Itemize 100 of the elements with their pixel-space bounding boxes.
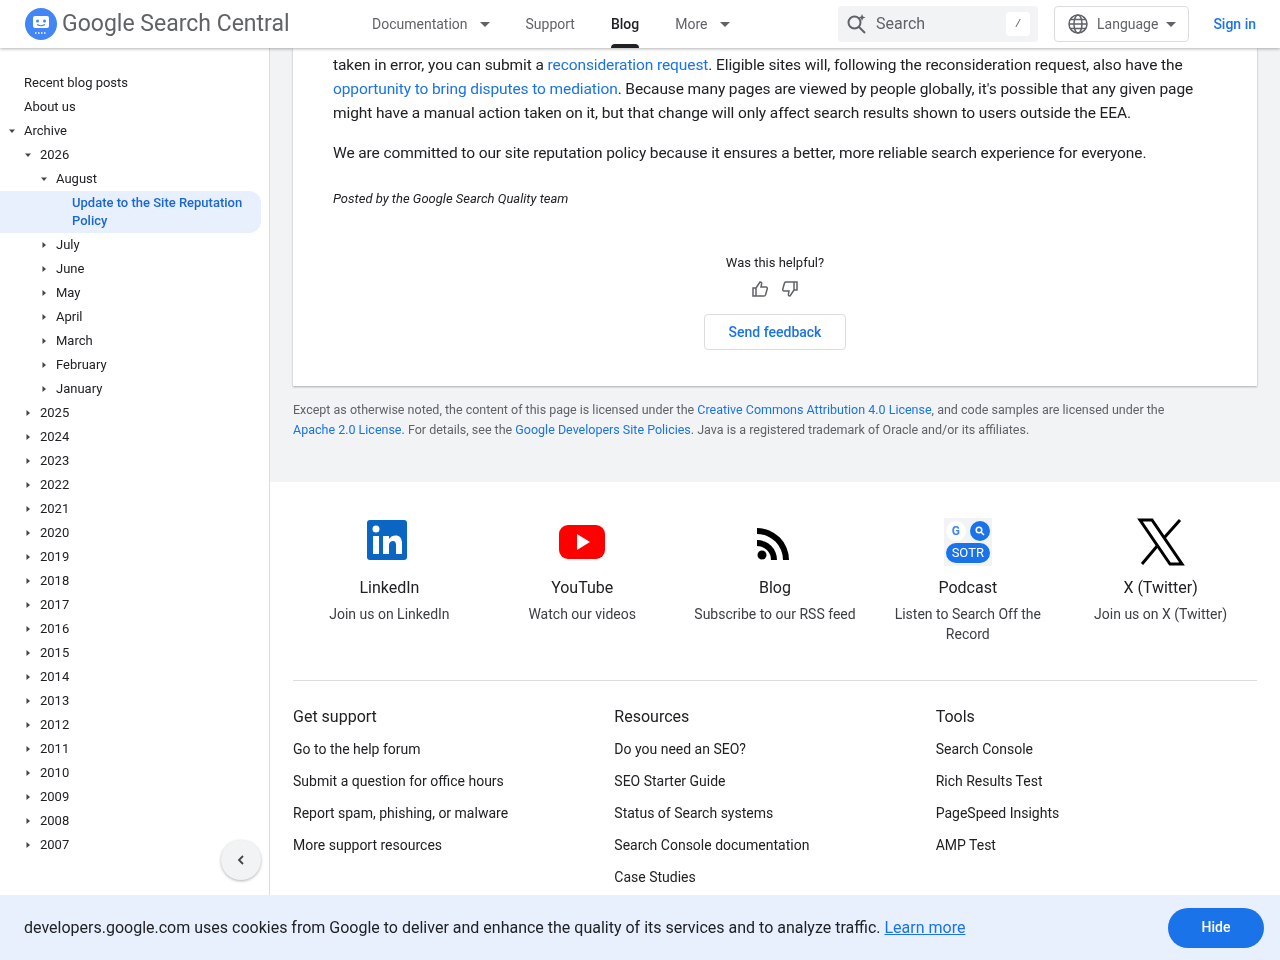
caret-icon[interactable] xyxy=(24,673,32,681)
podcast-logo-icon: G SOTR xyxy=(943,518,992,566)
caret-icon[interactable] xyxy=(40,361,48,369)
sidebar-item[interactable]: 2017 xyxy=(0,593,82,617)
send-feedback-button[interactable]: Send feedback xyxy=(703,314,847,350)
text-link[interactable]: Google Developers Site Policies xyxy=(515,422,691,437)
caret-icon[interactable] xyxy=(40,175,48,183)
caret-icon[interactable] xyxy=(40,241,48,249)
footer-link[interactable]: Do you need an SEO? xyxy=(614,733,746,765)
caret-icon[interactable] xyxy=(24,745,32,753)
social-link[interactable]: X (Twitter) Join us on X (Twitter) xyxy=(1064,518,1257,644)
caret-icon[interactable] xyxy=(40,265,48,273)
sidebar-item[interactable]: 2019 xyxy=(0,545,82,569)
nav-tab[interactable]: Blog xyxy=(592,0,658,48)
caret-icon[interactable] xyxy=(40,313,48,321)
sidebar-item[interactable]: 2009 xyxy=(0,785,82,809)
thumbs-down-icon[interactable] xyxy=(781,280,799,298)
nav-tab[interactable]: Documentation xyxy=(354,0,508,48)
search-field[interactable]: Search xyxy=(876,12,998,36)
sidebar-item[interactable]: August xyxy=(0,167,109,191)
learn-more-link[interactable]: Learn more xyxy=(884,917,966,937)
social-link[interactable]: G SOTR Podcast Listen to Search Off the Record xyxy=(871,518,1065,644)
caret-icon[interactable] xyxy=(40,337,48,345)
sidebar-item[interactable]: 2010 xyxy=(0,761,82,785)
social-link[interactable]: Blog Subscribe to our RSS feed xyxy=(678,518,872,644)
sidebar-item[interactable]: 2025 xyxy=(0,401,82,425)
nav-tab[interactable]: Support xyxy=(507,0,593,48)
sidebar-item[interactable]: May xyxy=(0,281,93,305)
footer-link[interactable]: More support resources xyxy=(293,829,443,861)
caret-icon[interactable] xyxy=(24,697,32,705)
social-description: Listen to Search Off the Record xyxy=(893,605,1042,644)
caret-icon[interactable] xyxy=(24,793,32,801)
footer-link[interactable]: Case Studies xyxy=(614,861,696,893)
social-description: Subscribe to our RSS feed xyxy=(694,605,856,624)
sidebar-item[interactable]: Recent blog posts xyxy=(0,71,141,95)
caret-icon[interactable] xyxy=(24,481,32,489)
sidebar-item[interactable]: March xyxy=(0,329,105,353)
footer-link[interactable]: Submit a question for office hours xyxy=(293,765,504,797)
sidebar-item[interactable]: April xyxy=(0,305,95,329)
caret-icon[interactable] xyxy=(24,577,32,585)
search-bar[interactable]: Search / xyxy=(838,6,1038,42)
sidebar-item[interactable]: Update to the Site Reputation Policy xyxy=(0,191,261,233)
caret-icon[interactable] xyxy=(24,601,32,609)
sidebar-item[interactable]: 2016 xyxy=(0,617,82,641)
text-link[interactable]: opportunity to bring disputes to mediation xyxy=(333,80,618,98)
footer-link[interactable]: Report spam, phishing, or malware xyxy=(293,797,509,829)
footer-link[interactable]: Go to the help forum xyxy=(293,733,421,765)
social-link[interactable]: YouTube Watch our videos xyxy=(485,518,679,644)
footer-link[interactable]: SEO Starter Guide xyxy=(614,765,726,797)
caret-icon[interactable] xyxy=(24,625,32,633)
caret-icon[interactable] xyxy=(24,841,32,849)
sidebar-item[interactable]: 2020 xyxy=(0,521,82,545)
caret-icon[interactable] xyxy=(24,553,32,561)
sidebar-item[interactable]: 2007 xyxy=(0,833,82,857)
thumbs-up-icon[interactable] xyxy=(751,280,769,298)
sidebar-item[interactable]: 2018 xyxy=(0,569,82,593)
sidebar-item[interactable]: 2023 xyxy=(0,449,82,473)
social-link[interactable]: LinkedIn Join us on LinkedIn xyxy=(293,518,486,644)
sign-in-link[interactable]: Sign in xyxy=(1213,13,1256,35)
footer-link[interactable]: PageSpeed Insights xyxy=(935,797,1060,829)
footer-link[interactable]: Rich Results Test xyxy=(935,765,1043,797)
sidebar-item[interactable]: 2014 xyxy=(0,665,82,689)
text-link[interactable]: Apache 2.0 License xyxy=(293,422,402,437)
sidebar-item[interactable]: 2024 xyxy=(0,425,82,449)
caret-icon[interactable] xyxy=(24,409,32,417)
footer-link[interactable]: AMP Test xyxy=(935,829,996,861)
footer-link[interactable]: Search Console documentation xyxy=(614,829,810,861)
language-button[interactable]: Language xyxy=(1054,6,1190,42)
sidebar-item[interactable]: About us xyxy=(0,95,88,119)
caret-icon[interactable] xyxy=(24,151,32,159)
caret-icon[interactable] xyxy=(24,769,32,777)
sidebar-item[interactable]: 2026 xyxy=(0,143,82,167)
sidebar-item[interactable]: 2008 xyxy=(0,809,82,833)
sidebar-item[interactable]: 2013 xyxy=(0,689,82,713)
sidebar-item[interactable]: June xyxy=(0,257,97,281)
sidebar-item[interactable]: Archive xyxy=(0,119,79,143)
caret-icon[interactable] xyxy=(40,385,48,393)
sidebar-item[interactable]: 2012 xyxy=(0,713,82,737)
sidebar-item[interactable]: 2021 xyxy=(0,497,82,521)
text-link[interactable]: Creative Commons Attribution 4.0 License xyxy=(697,402,932,417)
sidebar-item[interactable]: 2011 xyxy=(0,737,82,761)
caret-icon[interactable] xyxy=(8,127,16,135)
site-title[interactable]: Google Search Central xyxy=(62,6,290,42)
nav-tab[interactable]: More xyxy=(657,0,748,48)
sidebar-item[interactable]: 2022 xyxy=(0,473,82,497)
caret-icon[interactable] xyxy=(24,505,32,513)
sidebar-item[interactable]: February xyxy=(0,353,119,377)
sidebar-item[interactable]: January xyxy=(0,377,115,401)
caret-icon[interactable] xyxy=(24,649,32,657)
footer-link[interactable]: Search Console xyxy=(935,733,1033,765)
caret-icon[interactable] xyxy=(40,289,48,297)
sidebar-item[interactable]: July xyxy=(0,233,92,257)
caret-icon[interactable] xyxy=(24,529,32,537)
caret-icon[interactable] xyxy=(24,721,32,729)
footer-link[interactable]: Status of Search systems xyxy=(614,797,774,829)
caret-icon[interactable] xyxy=(24,433,32,441)
hide-button[interactable]: Hide xyxy=(1168,907,1264,948)
sidebar-item[interactable]: 2015 xyxy=(0,641,82,665)
caret-icon[interactable] xyxy=(24,817,32,825)
caret-icon[interactable] xyxy=(24,457,32,465)
